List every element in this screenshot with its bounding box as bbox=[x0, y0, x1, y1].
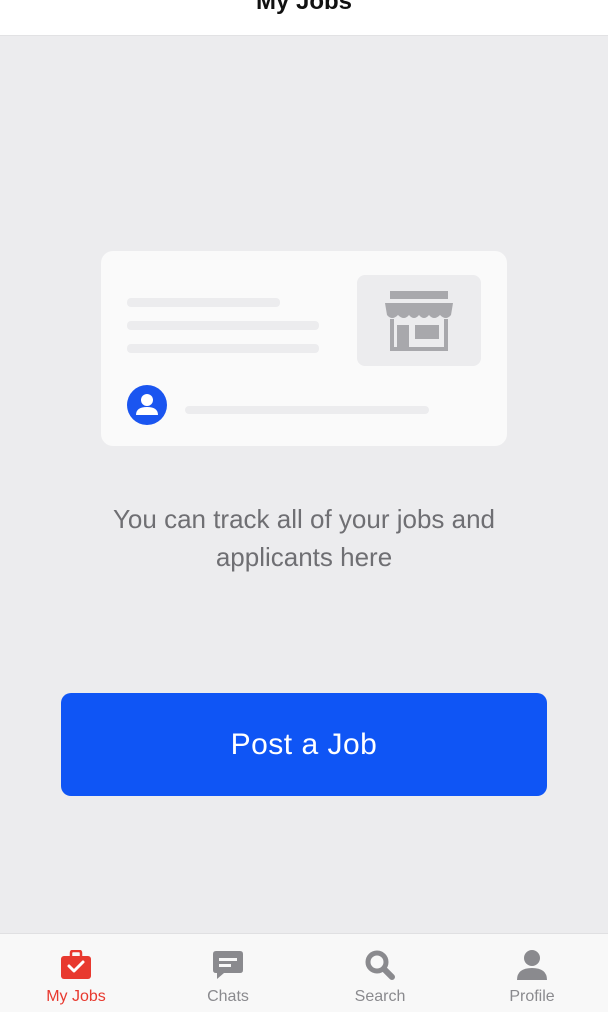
post-job-button[interactable]: Post a Job bbox=[61, 693, 547, 796]
placeholder-line bbox=[127, 298, 280, 307]
placeholder-line bbox=[185, 406, 429, 414]
briefcase-check-icon bbox=[61, 950, 91, 979]
tab-chats[interactable]: Chats bbox=[152, 934, 304, 1012]
tab-my-jobs[interactable]: My Jobs bbox=[0, 934, 152, 1012]
tab-label: Chats bbox=[207, 988, 249, 1005]
tab-profile[interactable]: Profile bbox=[456, 934, 608, 1012]
empty-state-illustration bbox=[101, 251, 507, 446]
person-icon bbox=[517, 950, 547, 980]
storefront-icon bbox=[385, 291, 453, 351]
tab-search[interactable]: Search bbox=[304, 934, 456, 1012]
empty-state-message: You can track all of your jobs and appli… bbox=[112, 504, 496, 572]
placeholder-line bbox=[127, 321, 319, 330]
placeholder-line bbox=[127, 344, 319, 353]
storefront-thumbnail bbox=[357, 275, 481, 366]
magnifier-icon bbox=[365, 950, 395, 980]
bottom-tab-bar: My Jobs Chats Search Profile bbox=[0, 933, 608, 1012]
tab-label: Profile bbox=[509, 988, 555, 1005]
tab-label: My Jobs bbox=[46, 988, 106, 1005]
page-title: My Jobs bbox=[255, 0, 353, 15]
chat-bubble-icon bbox=[213, 951, 243, 979]
avatar bbox=[127, 385, 167, 425]
top-header: My Jobs bbox=[0, 0, 608, 36]
person-icon bbox=[136, 394, 158, 415]
tab-label: Search bbox=[354, 988, 406, 1005]
